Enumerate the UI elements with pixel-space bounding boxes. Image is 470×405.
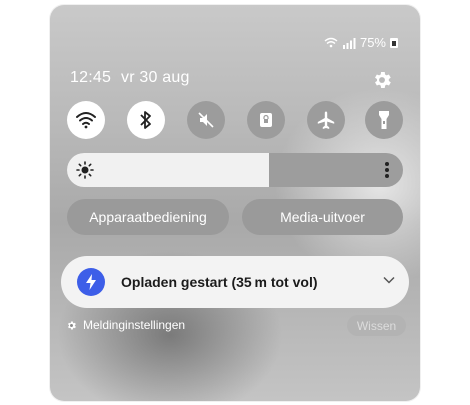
wifi-calling-icon — [324, 37, 338, 47]
wifi-toggle[interactable] — [67, 101, 105, 139]
quick-panel: 75% 12:45 vr 30 aug Apparaatbediening Me… — [50, 5, 420, 401]
chevron-down-icon[interactable] — [383, 276, 395, 284]
rotation-lock-toggle[interactable] — [247, 101, 285, 139]
gear-icon[interactable] — [371, 69, 393, 91]
clear-button[interactable]: Wissen — [347, 315, 406, 336]
status-bar: 75% — [324, 35, 398, 50]
lightning-icon — [86, 274, 96, 290]
battery-icon — [390, 37, 398, 48]
notification-text: Opladen gestart (35 m tot vol) — [121, 274, 318, 290]
brightness-slider[interactable] — [67, 153, 403, 187]
charging-notification[interactable]: Opladen gestart (35 m tot vol) — [61, 256, 409, 308]
clock: 12:45 — [70, 69, 112, 86]
more-options-icon[interactable] — [385, 162, 389, 178]
bluetooth-toggle[interactable] — [127, 101, 165, 139]
flashlight-icon — [379, 111, 389, 129]
mute-icon — [198, 112, 214, 128]
brightness-fill — [67, 153, 269, 187]
lock-icon — [260, 113, 272, 127]
airplane-toggle[interactable] — [307, 101, 345, 139]
date: vr 30 aug — [121, 69, 190, 86]
wifi-icon — [76, 112, 96, 129]
media-output-button[interactable]: Media-uitvoer — [242, 199, 403, 235]
sound-toggle[interactable] — [187, 101, 225, 139]
battery-percentage: 75% — [359, 35, 386, 50]
quick-tiles — [67, 101, 405, 141]
airplane-icon — [317, 111, 335, 129]
sun-icon — [76, 161, 94, 179]
clock-date: 12:45 vr 30 aug — [70, 69, 200, 87]
flashlight-toggle[interactable] — [365, 101, 403, 139]
device-control-button[interactable]: Apparaatbediening — [67, 199, 229, 235]
notification-app-icon — [77, 268, 105, 296]
gear-icon — [68, 321, 76, 329]
notification-settings-label: Meldinginstellingen — [83, 318, 186, 332]
bluetooth-icon — [140, 111, 151, 129]
notification-settings-link[interactable]: Meldinginstellingen — [66, 318, 185, 332]
signal-icon — [342, 37, 356, 49]
